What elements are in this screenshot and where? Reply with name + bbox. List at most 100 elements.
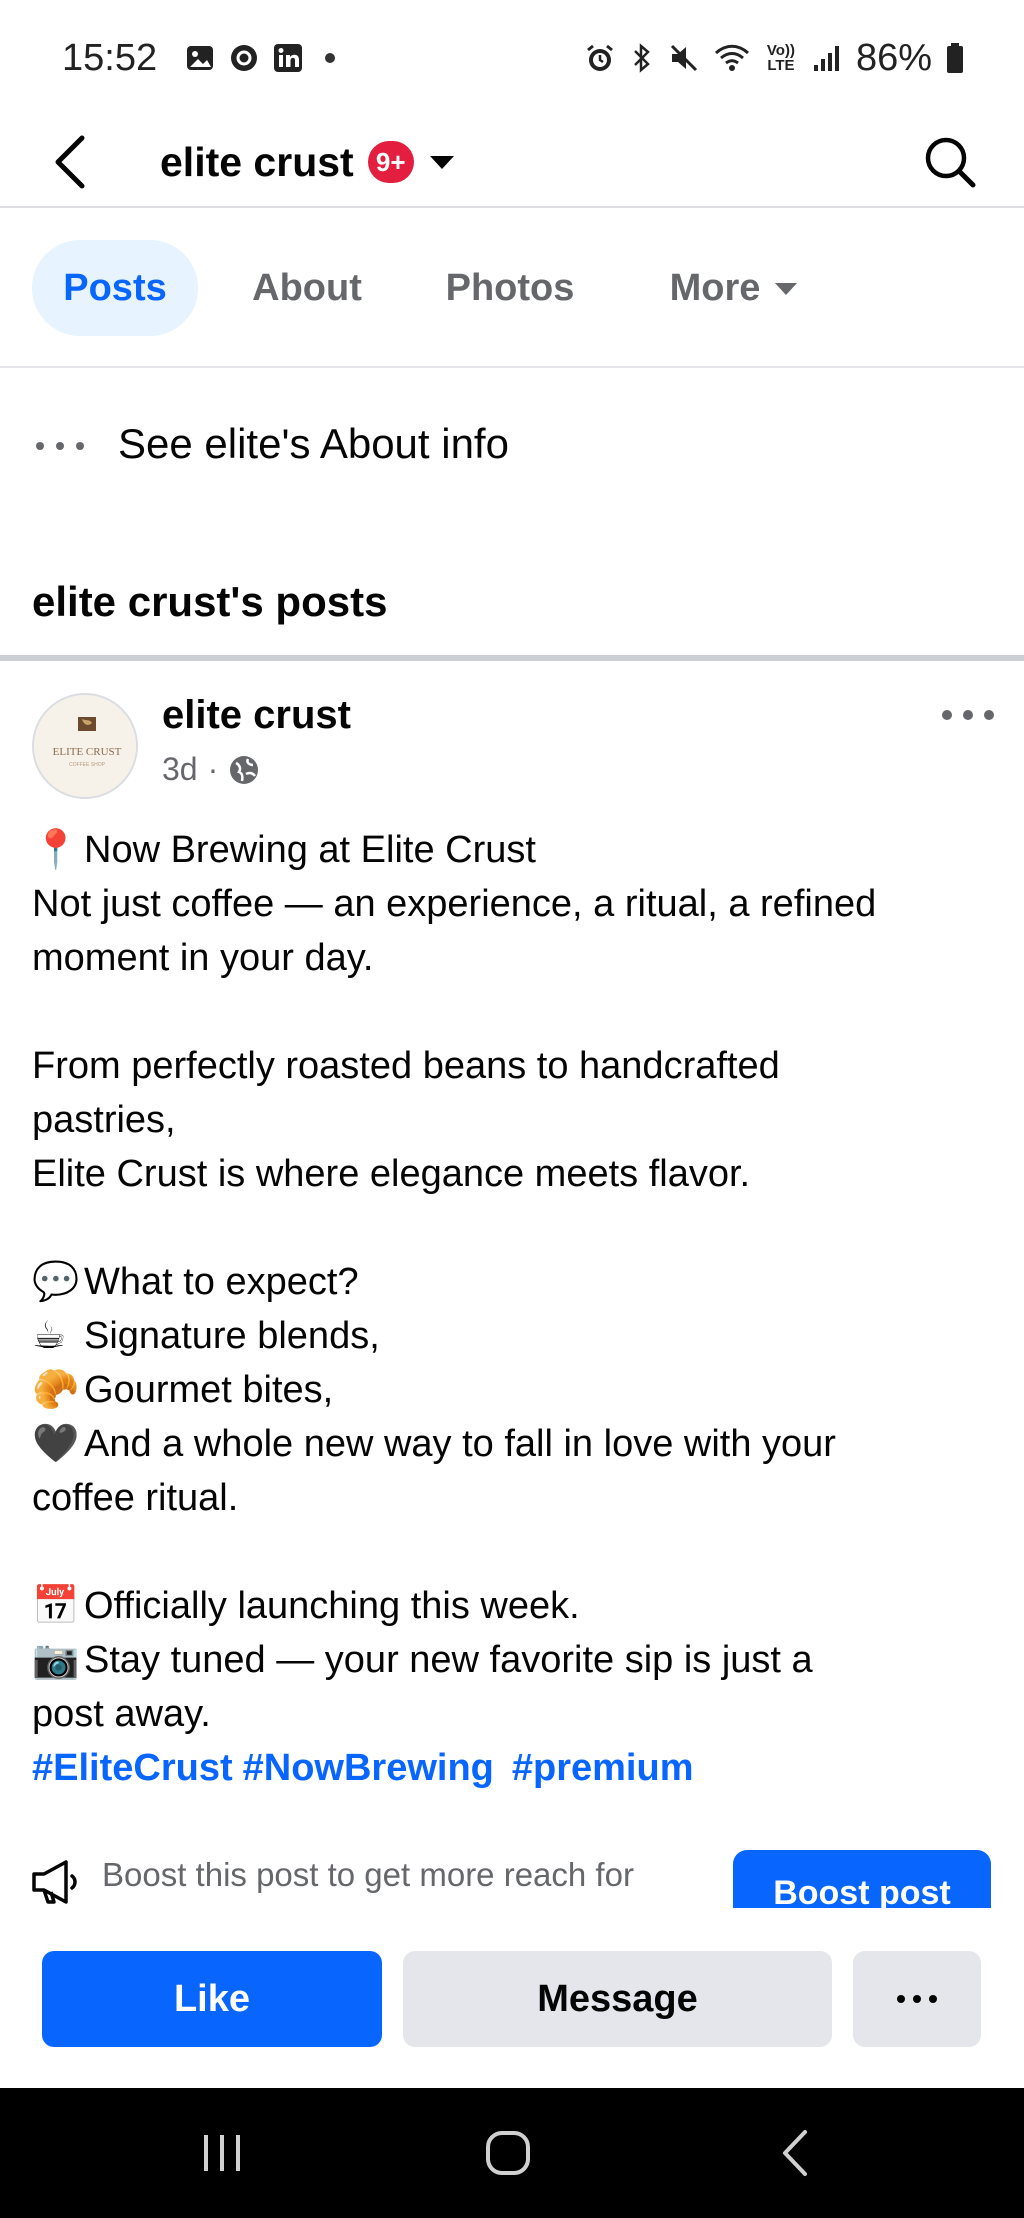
post-time: 3d <box>162 751 198 787</box>
system-back-icon <box>783 2130 807 2176</box>
post-line-text: Stay tuned — your new favorite sip is ju… <box>84 1639 813 1681</box>
page-tabs: Posts About Photos More <box>0 210 1024 368</box>
boost-text: Boost this post to get more reach for <box>102 1856 634 1893</box>
hashtag-link[interactable]: #premium <box>512 1747 694 1789</box>
post-emoji: ☕ <box>32 1315 67 1357</box>
avatar[interactable]: ELITE CRUST COFFEE SHOP <box>32 693 138 799</box>
like-button[interactable]: Like <box>42 1951 382 2047</box>
post-line-text: What to expect? <box>84 1261 359 1303</box>
post-emoji: 📷 <box>32 1639 80 1681</box>
post-line-text: post away. <box>32 1693 211 1735</box>
notification-dot <box>325 53 336 63</box>
post-author[interactable]: elite crust <box>162 693 351 738</box>
post-line-text: moment in your day. <box>32 937 374 979</box>
status-time: 15:52 <box>62 36 158 79</box>
caret-down-icon <box>429 156 454 169</box>
recent-apps-button[interactable] <box>172 2118 272 2188</box>
post-emoji: 🖤 <box>32 1423 80 1465</box>
post-line: moment in your day. <box>32 931 992 985</box>
post-line-text: pastries, <box>32 1099 176 1141</box>
back-button[interactable] <box>40 124 100 200</box>
tab-posts[interactable]: Posts <box>32 240 198 336</box>
alarm-icon <box>584 42 616 74</box>
signal-icon <box>812 43 842 73</box>
recent-apps-icon <box>204 2135 240 2171</box>
volte-icon: Vo)) LTE <box>766 42 795 74</box>
post-body: 📍 Now Brewing at Elite Crust Not just coff… <box>32 823 992 1795</box>
message-button[interactable]: Message <box>403 1951 832 2047</box>
post-header: ELITE CRUST COFFEE SHOP elite crust 3d · <box>0 661 1024 811</box>
post-line-text: From perfectly roasted beans to handcraf… <box>32 1045 780 1087</box>
tab-label: Photos <box>445 266 575 309</box>
more-actions-button[interactable] <box>853 1951 981 2047</box>
megaphone-icon <box>30 1858 82 1906</box>
avatar-text: ELITE CRUST <box>53 746 122 758</box>
post-line: 📍 Now Brewing at Elite Crust <box>32 823 992 877</box>
post-line: 🖤 And a whole new way to fall in love wit… <box>32 1417 992 1471</box>
elite-crust-logo-icon: ELITE CRUST COFFEE SHOP <box>34 695 136 797</box>
post-line-text: Signature blends, <box>84 1315 380 1357</box>
post-emoji: 📍 <box>32 829 80 871</box>
about-info-label: See elite's About info <box>118 420 509 467</box>
status-right: Vo)) LTE 86% <box>584 37 964 80</box>
post-hashtags: #EliteCrust #NowBrewing #premium <box>32 1741 992 1795</box>
post-line: 🥐 Gourmet bites, <box>32 1363 992 1417</box>
tab-about[interactable]: About <box>226 240 388 336</box>
post-line: coffee ritual. <box>32 1471 992 1525</box>
hashtag-link[interactable]: #EliteCrust <box>32 1747 233 1789</box>
mute-icon <box>668 42 700 74</box>
meta-separator: · <box>207 751 219 787</box>
gallery-icon <box>185 43 215 73</box>
posts-section-title: elite crust's posts <box>32 578 388 625</box>
post-line: Elite Crust is where elegance meets flav… <box>32 1147 992 1201</box>
threads-icon <box>229 43 259 73</box>
home-button[interactable] <box>458 2118 558 2188</box>
about-info-link[interactable]: See elite's About info <box>0 368 1024 526</box>
post-emoji: 📅 <box>32 1585 80 1627</box>
caret-down-icon <box>775 283 798 295</box>
search-button[interactable] <box>916 128 984 196</box>
post-line: 📷 Stay tuned — your new favorite sip is j… <box>32 1633 992 1687</box>
system-nav-bar <box>0 2088 1024 2218</box>
avatar-subtext: COFFEE SHOP <box>69 762 106 768</box>
tab-photos[interactable]: Photos <box>416 240 604 336</box>
home-icon <box>486 2131 530 2175</box>
boost-row: Boost this post to get more reach for Bo… <box>0 1840 1024 1908</box>
post-line-text: Officially launching this week. <box>84 1585 580 1627</box>
post-meta: 3d · <box>162 751 260 788</box>
post-line: 💬 What to expect? <box>32 1255 992 1309</box>
post-line-text: Elite Crust is where elegance meets flav… <box>32 1153 751 1195</box>
battery-percent: 86% <box>855 36 932 79</box>
globe-icon <box>230 755 259 784</box>
post-line-text: coffee ritual. <box>32 1477 239 1519</box>
battery-icon <box>946 42 964 74</box>
tab-label: More <box>669 266 761 309</box>
page-action-bar: Like Message <box>0 1908 1024 2088</box>
post-emoji: 🥐 <box>32 1369 80 1411</box>
system-back-button[interactable] <box>744 2118 844 2188</box>
tab-label: About <box>252 266 362 309</box>
more-dots-icon <box>36 428 84 464</box>
tab-label: Posts <box>63 266 167 309</box>
post-line: 📅 Officially launching this week. <box>32 1579 992 1633</box>
status-bar: 15:52 Vo)) LTE 86% <box>0 0 1024 116</box>
hashtag-link[interactable]: #NowBrewing <box>243 1747 494 1789</box>
status-left: 15:52 <box>62 36 336 80</box>
tab-more[interactable]: More <box>634 240 834 336</box>
post-options-button[interactable] <box>936 695 1000 735</box>
post-emoji: 💬 <box>32 1261 80 1303</box>
page-switcher[interactable]: elite crust 9+ <box>160 116 456 208</box>
post-line: Not just coffee — an experience, a ritua… <box>32 877 992 931</box>
post-line: post away. <box>32 1687 992 1741</box>
page-title: elite crust <box>160 138 354 185</box>
wifi-icon <box>714 43 750 73</box>
post-line: ☕ Signature blends, <box>32 1309 992 1363</box>
bluetooth-icon <box>630 42 654 74</box>
search-icon <box>925 137 976 188</box>
notification-badge: 9+ <box>367 141 414 183</box>
post-line: From perfectly roasted beans to handcraf… <box>32 1039 992 1093</box>
boost-post-button[interactable]: Boost post <box>733 1850 991 1908</box>
